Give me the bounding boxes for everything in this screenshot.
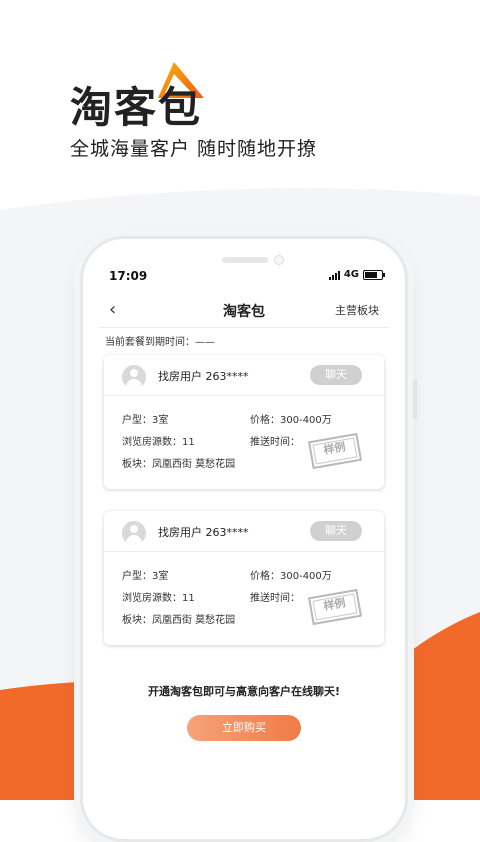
- views-info: 浏览房源数：11: [122, 437, 195, 448]
- signal-icon: [328, 270, 340, 280]
- main-area-link[interactable]: 主营板块: [335, 302, 379, 318]
- avatar: [122, 365, 146, 389]
- card-header: 找房用户 263**** 聊天: [104, 511, 384, 552]
- status-time: 17:09: [109, 269, 148, 283]
- sample-stamp: 样例: [307, 588, 363, 626]
- phone-mockup: 17:09 4G ‹ 淘客包 主营板块 当前套餐到期时间：—— 找房用户 263…: [80, 236, 417, 842]
- phone-side-button: [413, 379, 417, 419]
- layout-info: 户型：3室: [122, 571, 169, 582]
- chat-button[interactable]: 聊天: [310, 365, 362, 385]
- sample-stamp: 样例: [307, 432, 363, 470]
- price-info: 价格：300-400万: [250, 571, 332, 582]
- hero-title: 淘客包: [70, 83, 203, 132]
- user-name: 找房用户 263****: [158, 370, 249, 383]
- area-info: 板块：凤凰西街 莫愁花园: [122, 615, 236, 626]
- push-time-info: 推送时间：: [250, 437, 300, 448]
- status-indicators: 4G: [328, 269, 385, 280]
- card-header: 找房用户 263**** 聊天: [104, 355, 384, 396]
- battery-icon: [363, 269, 385, 280]
- views-info: 浏览房源数：11: [122, 593, 195, 604]
- hero-subtitle: 全城海量客户 随时随地开撩: [70, 138, 318, 160]
- price-info: 价格：300-400万: [250, 415, 332, 426]
- package-expire-text: 当前套餐到期时间：——: [105, 337, 215, 348]
- customer-card: 找房用户 263**** 聊天 户型：3室 价格：300-400万 浏览房源数：…: [104, 511, 384, 645]
- buy-now-button[interactable]: 立即购买: [187, 715, 301, 741]
- user-name: 找房用户 263****: [158, 526, 249, 539]
- area-info: 板块：凤凰西街 莫愁花园: [122, 459, 236, 470]
- layout-info: 户型：3室: [122, 415, 169, 426]
- promo-text: 开通淘客包即可与高意向客户在线聊天!: [147, 685, 340, 698]
- chat-button[interactable]: 聊天: [310, 521, 362, 541]
- status-bar: 17:09 4G: [109, 269, 385, 285]
- network-label: 4G: [343, 269, 359, 280]
- push-time-info: 推送时间：: [250, 593, 300, 604]
- customer-card: 找房用户 263**** 聊天 户型：3室 价格：300-400万 浏览房源数：…: [104, 355, 384, 489]
- phone-screen: 17:09 4G ‹ 淘客包 主营板块 当前套餐到期时间：—— 找房用户 263…: [99, 259, 389, 819]
- nav-bar: ‹ 淘客包 主营板块: [99, 297, 389, 328]
- avatar: [122, 521, 146, 545]
